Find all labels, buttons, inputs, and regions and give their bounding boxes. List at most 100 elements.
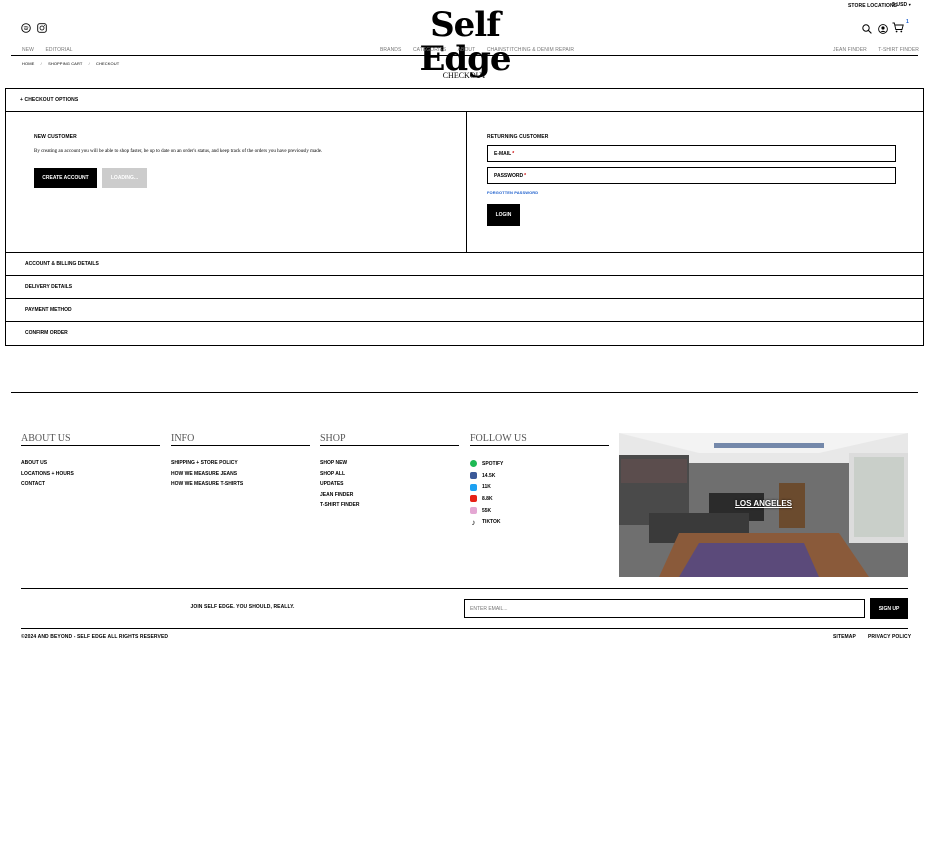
breadcrumb-shopping-cart[interactable]: SHOPPING CART (48, 61, 82, 66)
step-label: CONFIRM ORDER (25, 330, 68, 336)
currency-selector[interactable]: $ USD ▾ (892, 2, 911, 8)
footer-link[interactable]: ABOUT US (21, 458, 160, 469)
follow-label: 8.8K (482, 495, 493, 502)
footer-link[interactable]: T-SHIRT FINDER (320, 500, 459, 511)
forgot-password-link[interactable]: FORGOTTEN PASSWORD (487, 190, 538, 195)
step-label: DELIVERY DETAILS (25, 284, 73, 290)
store-image-los-angeles[interactable]: LOS ANGELES (619, 433, 908, 577)
newsletter-bottom-divider (21, 628, 908, 629)
follow-tiktok[interactable]: ♪ TIKTOK (470, 516, 609, 528)
nav-jean-finder[interactable]: JEAN FINDER (833, 47, 867, 53)
checkout-panel: + CHECKOUT OPTIONS NEW CUSTOMER By creat… (5, 88, 924, 346)
instagram-icon (470, 507, 477, 515)
footer-link[interactable]: SHOP NEW (320, 458, 459, 469)
step-label: ACCOUNT & BILLING DETAILS (25, 261, 99, 267)
page-title: CHECKOUT (442, 71, 487, 80)
search-button[interactable] (862, 21, 872, 39)
instagram-header-link[interactable] (37, 20, 47, 38)
follow-youtube[interactable]: 8.8K (470, 493, 609, 505)
left-nav: NEW EDITORIAL (22, 47, 83, 53)
password-field[interactable]: PASSWORD * (487, 167, 896, 184)
email-label: E-MAIL (494, 150, 512, 157)
account-button[interactable] (878, 21, 888, 39)
footer-link[interactable]: UPDATES (320, 479, 459, 490)
site-logo[interactable]: Self Edge (406, 8, 524, 76)
footer-link[interactable]: LOCATIONS + HOURS (21, 469, 160, 480)
spotify-icon (21, 23, 31, 33)
sitemap-link[interactable]: SITEMAP (833, 634, 856, 640)
checkout-options-toggle[interactable]: + CHECKOUT OPTIONS (6, 89, 923, 112)
footer-link[interactable]: HOW WE MEASURE JEANS (171, 469, 310, 480)
search-icon (862, 24, 872, 34)
follow-instagram[interactable]: 55K (470, 505, 609, 517)
store-label[interactable]: LOS ANGELES (619, 499, 908, 508)
nav-editorial[interactable]: EDITORIAL (45, 47, 72, 53)
step-confirm[interactable]: CONFIRM ORDER (6, 322, 923, 344)
header-divider (11, 55, 918, 56)
footer-info-column: INFO SHIPPING + STORE POLICY HOW WE MEAS… (171, 433, 310, 490)
footer-divider (11, 392, 918, 393)
follow-label: 11K (482, 484, 491, 491)
nav-brands[interactable]: BRANDS (380, 47, 401, 53)
signup-button[interactable]: SIGN UP (870, 598, 908, 619)
copyright-text: ©2024 AND BEYOND - SELF EDGE ALL RIGHTS … (21, 634, 169, 640)
follow-label: SPOTIFY (482, 460, 504, 467)
center-nav: BRANDS CATEGORIES ABOUT CHAINSTITCHING &… (380, 47, 574, 53)
footer-link[interactable]: SHOP ALL (320, 469, 459, 480)
spotify-icon (470, 460, 477, 468)
step-account-billing[interactable]: ACCOUNT & BILLING DETAILS (6, 253, 923, 276)
spotify-header-link[interactable] (21, 20, 31, 38)
new-customer-text: By creating an account you will be able … (34, 149, 323, 154)
newsletter-text: JOIN SELF EDGE. YOU SHOULD, REALLY. (190, 604, 295, 610)
create-account-button[interactable]: CREATE ACCOUNT (34, 168, 97, 188)
twitter-icon (470, 483, 477, 491)
nav-categories[interactable]: CATEGORIES (413, 47, 446, 53)
email-required-mark: * (512, 150, 515, 157)
step-payment[interactable]: PAYMENT METHOD (6, 299, 923, 322)
footer-follow-title: FOLLOW US (470, 433, 609, 446)
nav-new[interactable]: NEW (22, 47, 34, 53)
nav-chainstitching[interactable]: CHAINSTITCHING & DENIM REPAIR (487, 47, 574, 53)
facebook-icon (470, 472, 477, 480)
footer-info-title: INFO (171, 433, 310, 446)
breadcrumb-home[interactable]: HOME (22, 61, 34, 66)
instagram-icon (37, 23, 47, 33)
nav-about[interactable]: ABOUT (458, 47, 476, 53)
follow-label: 55K (482, 507, 492, 514)
password-required-mark: * (524, 172, 527, 179)
breadcrumb-checkout[interactable]: CHECKOUT (96, 61, 119, 66)
cart-icon (892, 22, 904, 33)
newsletter-email-input[interactable] (464, 599, 865, 618)
email-field[interactable]: E-MAIL * (487, 145, 896, 162)
cart-count-badge: 1 (906, 19, 909, 25)
footer-link[interactable]: JEAN FINDER (320, 490, 459, 501)
follow-label: TIKTOK (482, 519, 501, 526)
youtube-icon (470, 495, 477, 503)
user-icon (878, 24, 888, 34)
footer-shop-column: SHOP SHOP NEW SHOP ALL UPDATES JEAN FIND… (320, 433, 459, 511)
privacy-policy-link[interactable]: PRIVACY POLICY (868, 634, 911, 640)
follow-facebook[interactable]: 14.5K (470, 470, 609, 482)
returning-customer-title: RETURNING CUSTOMER (487, 134, 549, 140)
tiktok-icon: ♪ (471, 517, 476, 527)
column-divider (466, 112, 467, 253)
footer-link[interactable]: SHIPPING + STORE POLICY (171, 458, 310, 469)
footer-about-title: ABOUT US (21, 433, 160, 446)
follow-label: 14.5K (482, 472, 496, 479)
loading-button[interactable]: LOADING... (102, 168, 147, 188)
follow-spotify[interactable]: SPOTIFY (470, 458, 609, 470)
login-button[interactable]: LOGIN (487, 204, 520, 226)
password-label: PASSWORD (494, 172, 524, 179)
right-nav: JEAN FINDER T-SHIRT FINDER (833, 47, 919, 53)
checkout-options-label: + CHECKOUT OPTIONS (20, 97, 79, 103)
store-locations-link[interactable]: STORE LOCATIONS (848, 3, 897, 9)
follow-twitter[interactable]: 11K (470, 481, 609, 493)
step-delivery[interactable]: DELIVERY DETAILS (6, 276, 923, 299)
chevron-down-icon: ▾ (908, 2, 911, 7)
footer-link[interactable]: HOW WE MEASURE T-SHIRTS (171, 479, 310, 490)
footer-shop-title: SHOP (320, 433, 459, 446)
nav-tshirt-finder[interactable]: T-SHIRT FINDER (878, 47, 919, 53)
footer-about-column: ABOUT US ABOUT US LOCATIONS + HOURS CONT… (21, 433, 160, 490)
cart-button[interactable] (892, 20, 904, 38)
footer-link[interactable]: CONTACT (21, 479, 160, 490)
